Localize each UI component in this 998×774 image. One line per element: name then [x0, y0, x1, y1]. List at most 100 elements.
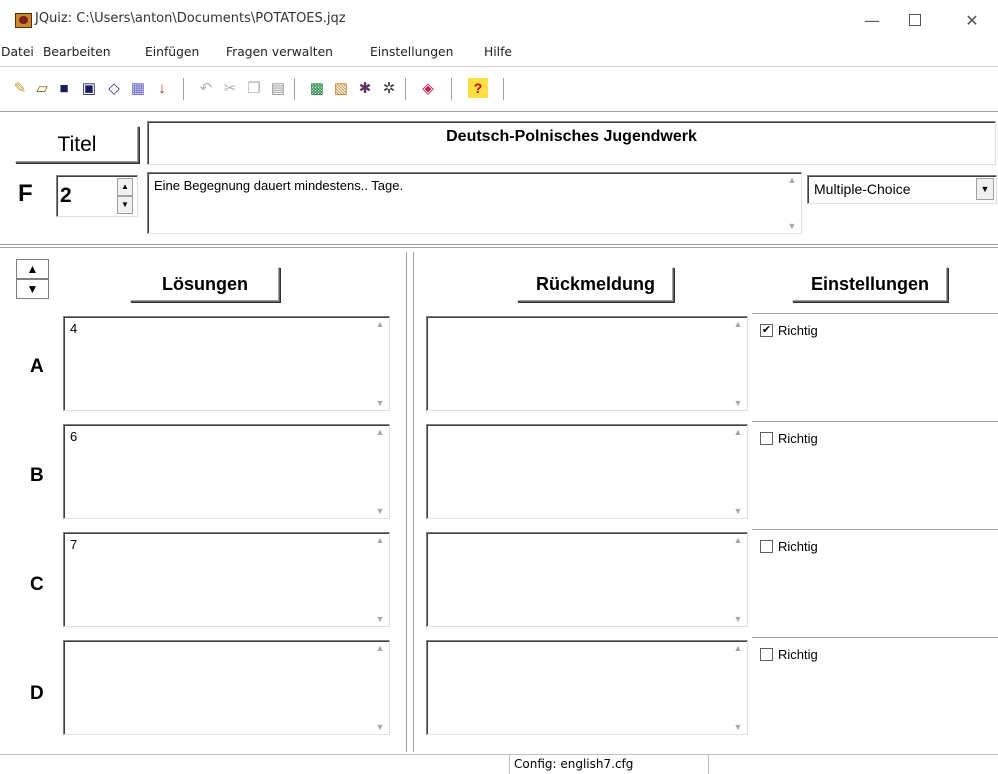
export-settings-icon[interactable]: ✱	[355, 78, 375, 98]
answer-text: 7	[70, 537, 78, 552]
toolbar-divider	[0, 111, 998, 113]
menu-bearbeiten[interactable]: Bearbeiten	[43, 45, 111, 59]
close-icon: ✕	[965, 10, 979, 30]
insert-arrow-icon[interactable]: ↓	[152, 78, 172, 98]
menu-divider	[0, 66, 998, 67]
correct-checkbox-row[interactable]: Richtig	[760, 647, 818, 662]
toolbar-separator	[503, 78, 504, 100]
answer-scrollbar[interactable]: ▲ ▼	[373, 535, 387, 624]
toolbar: ✎ ▱ ■ ▣ ◇ ▦ ↓ ↶ ✂ ❐ ▤ ▩ ▧ ✱ ✲ ◈ ?	[0, 72, 998, 106]
save-icon[interactable]: ■	[54, 78, 74, 98]
menu-bar: Datei Bearbeiten Einfügen Fragen verwalt…	[0, 42, 998, 62]
feedback-scrollbar[interactable]: ▲ ▼	[731, 535, 745, 624]
correct-label: Richtig	[778, 431, 818, 446]
move-up-icon[interactable]: ▲	[16, 259, 49, 279]
answer-letter: D	[30, 683, 44, 704]
feedback-scrollbar[interactable]: ▲ ▼	[731, 427, 745, 516]
question-type-select[interactable]: Multiple-Choice ▼	[807, 175, 997, 204]
answer-letter: C	[30, 574, 44, 595]
answer-letter: B	[30, 465, 44, 486]
undo-icon[interactable]: ↶	[196, 78, 216, 98]
maximize-icon	[909, 14, 921, 26]
question-scrollbar[interactable]: ▲ ▼	[785, 175, 799, 231]
answer-field[interactable]: 4 ▲ ▼	[63, 316, 390, 411]
toolbar-separator	[183, 78, 184, 100]
answer-text: 6	[70, 429, 78, 444]
feedback-field[interactable]: ▲ ▼	[426, 640, 748, 735]
menu-einstellungen[interactable]: Einstellungen	[370, 45, 453, 59]
status-divider	[0, 754, 998, 755]
export-special-icon[interactable]: ✲	[379, 78, 399, 98]
answers-header: Lösungen	[130, 267, 280, 302]
answer-field[interactable]: 7 ▲ ▼	[63, 532, 390, 627]
answer-field[interactable]: 6 ▲ ▼	[63, 424, 390, 519]
minimize-icon: —	[864, 10, 880, 30]
spinner-down-icon[interactable]: ▼	[117, 196, 133, 214]
status-config: Config: english7.cfg	[509, 755, 709, 774]
settings-header: Einstellungen	[792, 267, 948, 302]
add-image-icon[interactable]: ▦	[128, 78, 148, 98]
maximize-button[interactable]	[895, 6, 935, 34]
correct-checkbox[interactable]	[760, 648, 773, 661]
feedback-field[interactable]: ▲ ▼	[426, 316, 748, 411]
answer-field[interactable]: ▲ ▼	[63, 640, 390, 735]
toolbar-separator	[451, 78, 452, 100]
cut-icon[interactable]: ✂	[220, 78, 240, 98]
correct-label: Richtig	[778, 539, 818, 554]
correct-label: Richtig	[778, 323, 818, 338]
reorder-answers-spinner[interactable]: ▲ ▼	[16, 259, 49, 299]
save-as-icon[interactable]: ▣	[79, 78, 99, 98]
export-web-icon[interactable]: ▩	[307, 78, 327, 98]
correct-checkbox[interactable]	[760, 540, 773, 553]
correct-checkbox-row[interactable]: ✔ Richtig	[760, 323, 818, 338]
move-down-icon[interactable]: ▼	[16, 279, 49, 299]
toolbar-separator	[405, 78, 406, 100]
question-number-spinner[interactable]: ▲ ▼	[117, 178, 133, 215]
feedback-field[interactable]: ▲ ▼	[426, 532, 748, 627]
menu-einfuegen[interactable]: Einfügen	[145, 45, 199, 59]
copy-icon[interactable]: ❐	[244, 78, 264, 98]
chevron-down-icon[interactable]: ▼	[976, 178, 994, 200]
answer-letter: A	[30, 356, 44, 377]
paste-icon[interactable]: ▤	[268, 78, 288, 98]
help-icon[interactable]: ?	[468, 78, 488, 98]
correct-checkbox[interactable]	[760, 432, 773, 445]
column-divider[interactable]	[406, 252, 414, 752]
close-button[interactable]: ✕	[952, 6, 992, 34]
toolbar-separator	[294, 78, 295, 100]
export-hotpot-icon[interactable]: ▧	[331, 78, 351, 98]
answer-scrollbar[interactable]: ▲ ▼	[373, 427, 387, 516]
feedback-header: Rückmeldung	[517, 267, 674, 302]
question-label: F	[18, 180, 33, 207]
eraser-icon[interactable]: ◇	[104, 78, 124, 98]
config-icon[interactable]: ◈	[418, 78, 438, 98]
window-title: JQuiz: C:\Users\anton\Documents\POTATOES…	[35, 11, 346, 26]
feedback-field[interactable]: ▲ ▼	[426, 424, 748, 519]
correct-checkbox-row[interactable]: Richtig	[760, 431, 818, 446]
app-icon	[15, 13, 32, 28]
title-input[interactable]: Deutsch-Polnisches Jugendwerk	[147, 121, 996, 165]
spinner-up-icon[interactable]: ▲	[117, 178, 133, 196]
question-text-field[interactable]: Eine Begegnung dauert mindestens.. Tage.…	[147, 172, 802, 234]
answer-text: 4	[70, 321, 78, 336]
open-icon[interactable]: ▱	[32, 78, 52, 98]
menu-fragen-verwalten[interactable]: Fragen verwalten	[226, 45, 333, 59]
title-label: Titel	[15, 126, 139, 163]
feedback-scrollbar[interactable]: ▲ ▼	[731, 319, 745, 408]
question-text: Eine Begegnung dauert mindestens.. Tage.	[154, 178, 404, 193]
correct-checkbox-row[interactable]: Richtig	[760, 539, 818, 554]
menu-hilfe[interactable]: Hilfe	[484, 45, 512, 59]
menu-datei[interactable]: Datei	[1, 45, 34, 59]
answer-settings: Richtig	[752, 529, 998, 637]
question-type-value: Multiple-Choice	[814, 181, 911, 197]
answer-scrollbar[interactable]: ▲ ▼	[373, 643, 387, 732]
section-divider	[0, 244, 998, 248]
correct-checkbox[interactable]: ✔	[760, 324, 773, 337]
answer-settings: ✔ Richtig	[752, 313, 998, 421]
correct-label: Richtig	[778, 647, 818, 662]
answer-scrollbar[interactable]: ▲ ▼	[373, 319, 387, 408]
new-icon[interactable]: ✎	[10, 78, 30, 98]
feedback-scrollbar[interactable]: ▲ ▼	[731, 643, 745, 732]
minimize-button[interactable]: —	[852, 6, 892, 34]
answer-settings: Richtig	[752, 637, 998, 745]
